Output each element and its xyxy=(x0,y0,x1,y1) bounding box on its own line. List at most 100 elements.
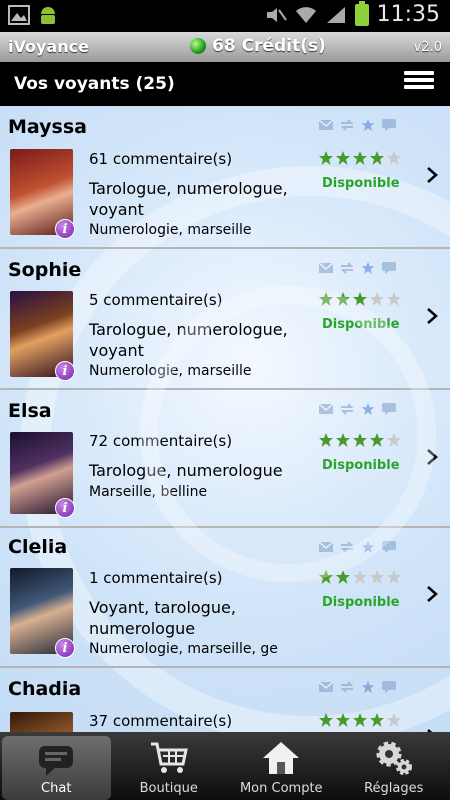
star-empty-icon xyxy=(387,433,401,447)
comments-count: 37 commentaire(s) xyxy=(89,712,233,730)
contact-icons xyxy=(318,118,397,132)
star-filled-icon xyxy=(353,713,367,727)
psychic-name: Clelia xyxy=(8,536,68,558)
chat-bubble-icon xyxy=(39,746,74,776)
star-filled-icon xyxy=(336,292,350,306)
chevron-right-icon[interactable] xyxy=(426,307,438,325)
tab-chat[interactable]: Chat xyxy=(2,736,111,800)
chevron-right-icon[interactable] xyxy=(426,448,438,466)
chevron-right-icon[interactable] xyxy=(426,166,438,184)
tab-boutique[interactable]: Boutique xyxy=(113,732,226,800)
favorite-star-icon xyxy=(361,540,375,554)
psychic-name: Elsa xyxy=(8,400,52,422)
shopping-cart-icon xyxy=(150,742,188,773)
star-filled-icon xyxy=(319,151,333,165)
availability-status: Disponible xyxy=(322,595,400,610)
rating-stars xyxy=(318,712,402,728)
star-filled-icon xyxy=(319,292,333,306)
gears-icon xyxy=(376,741,412,775)
tags: Numerologie, marseille, ge xyxy=(89,641,278,657)
swap-icon xyxy=(340,403,354,415)
app-version: v2.0 xyxy=(413,40,442,55)
android-notification-icon xyxy=(41,7,55,24)
swap-icon xyxy=(340,541,354,553)
tab-reglages[interactable]: Réglages xyxy=(338,732,450,800)
comments-count: 5 commentaire(s) xyxy=(89,291,223,309)
psychic-row[interactable]: Elsa i 72 commentaire(s) Tarologue, nume… xyxy=(0,390,450,528)
rating-stars xyxy=(318,569,402,585)
psychic-name: Sophie xyxy=(8,259,82,281)
mute-icon xyxy=(266,7,287,22)
chat-icon xyxy=(382,119,396,131)
clock: 11:35 xyxy=(376,2,440,27)
psychic-name: Chadia xyxy=(8,678,82,700)
psychic-row[interactable]: Chadia 37 commentaire(s) xyxy=(0,668,450,732)
star-filled-icon xyxy=(370,433,384,447)
menu-icon[interactable] xyxy=(404,71,434,97)
status-bar: 11:35 xyxy=(0,0,450,32)
chat-icon xyxy=(382,262,396,274)
comments-count: 72 commentaire(s) xyxy=(89,432,233,450)
app-title: iVoyance xyxy=(8,37,89,56)
info-icon[interactable]: i xyxy=(55,498,75,518)
psychic-avatar: i xyxy=(10,568,75,658)
mail-icon xyxy=(318,681,334,692)
gallery-notification-icon xyxy=(8,5,30,25)
star-filled-icon xyxy=(319,713,333,727)
psychic-avatar: i xyxy=(10,291,75,381)
rating-stars xyxy=(318,291,402,307)
mail-icon xyxy=(318,119,334,130)
battery-icon xyxy=(354,0,369,26)
star-empty-icon xyxy=(370,292,384,306)
info-icon[interactable]: i xyxy=(55,361,75,381)
availability-status: Disponible xyxy=(322,176,400,191)
favorite-star-icon xyxy=(361,402,375,416)
star-empty-icon xyxy=(387,292,401,306)
star-filled-icon xyxy=(319,433,333,447)
psychic-row[interactable]: Sophie i 5 commentaire(s) Tarologue, num… xyxy=(0,249,450,390)
signal-icon xyxy=(326,6,345,23)
star-empty-icon xyxy=(370,570,384,584)
star-filled-icon xyxy=(370,151,384,165)
app-bar: iVoyance 68 Crédit(s) v2.0 xyxy=(0,32,450,62)
swap-icon xyxy=(340,681,354,693)
tab-label: Chat xyxy=(41,781,72,796)
star-filled-icon xyxy=(319,570,333,584)
star-filled-icon xyxy=(353,151,367,165)
info-icon[interactable]: i xyxy=(55,638,75,658)
specialty: Voyant, tarologue, numerologue xyxy=(89,598,236,638)
home-icon xyxy=(263,742,300,774)
star-empty-icon xyxy=(387,151,401,165)
tab-label: Boutique xyxy=(139,781,198,796)
list-title: Vos voyants (25) xyxy=(14,74,175,94)
psychic-row[interactable]: Clelia i 1 commentaire(s) Voyant, tarolo… xyxy=(0,528,450,668)
contact-icons xyxy=(318,261,397,275)
chat-icon xyxy=(382,681,396,693)
star-filled-icon xyxy=(336,433,350,447)
availability-status: Disponible xyxy=(322,458,400,473)
psychic-list[interactable]: Mayssa i 61 commentaire(s) Tarologue, nu… xyxy=(0,106,450,732)
psychic-avatar xyxy=(10,712,73,732)
star-filled-icon xyxy=(370,713,384,727)
chat-icon xyxy=(382,403,396,415)
contact-icons xyxy=(318,402,397,416)
credit-balance[interactable]: 68 Crédit(s) xyxy=(190,36,326,56)
bottom-tab-bar: Chat Boutique Mon Compte Réglages xyxy=(0,732,450,800)
list-header: Vos voyants (25) xyxy=(0,62,450,106)
psychic-row[interactable]: Mayssa i 61 commentaire(s) Tarologue, nu… xyxy=(0,106,450,249)
contact-icons xyxy=(318,680,397,694)
tags: Numerologie, marseille xyxy=(89,363,252,379)
psychic-avatar: i xyxy=(10,149,75,239)
chat-icon xyxy=(382,541,396,553)
tab-label: Réglages xyxy=(364,781,424,796)
chevron-right-icon[interactable] xyxy=(426,585,438,603)
star-empty-icon xyxy=(353,570,367,584)
specialty: Tarologue, numerologue, voyant xyxy=(89,179,288,219)
specialty: Tarologue, numerologue, voyant xyxy=(89,320,288,360)
tab-label: Mon Compte xyxy=(239,781,323,796)
comments-count: 61 commentaire(s) xyxy=(89,150,233,168)
tab-mon-compte[interactable]: Mon Compte xyxy=(225,732,338,800)
mail-icon xyxy=(318,541,334,552)
info-icon[interactable]: i xyxy=(55,219,75,239)
rating-stars xyxy=(318,432,402,448)
